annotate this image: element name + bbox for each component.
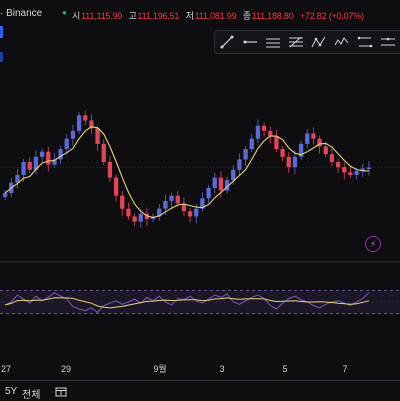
- drawing-toolbar: [214, 30, 400, 54]
- candle: [218, 177, 224, 191]
- range-5y-button[interactable]: 5Y: [5, 386, 17, 397]
- candle: [323, 146, 328, 155]
- candle: [305, 133, 310, 144]
- projection-tool-icon[interactable]: [353, 32, 376, 52]
- candle: [292, 156, 298, 168]
- candle: [354, 171, 359, 175]
- candle: [366, 167, 372, 169]
- moving-average-line: [4, 126, 369, 219]
- range-all-button[interactable]: 전체: [22, 386, 40, 401]
- candle: [95, 128, 100, 144]
- bottom-bar: 5Y 전체: [0, 380, 400, 401]
- x-tick-label: 5: [282, 364, 287, 374]
- candle: [132, 216, 137, 222]
- candle: [311, 133, 316, 139]
- candle: [39, 151, 45, 157]
- candle: [120, 195, 125, 209]
- candle: [206, 187, 211, 199]
- candle: [261, 125, 267, 131]
- pattern-tool-icon[interactable]: [307, 32, 330, 52]
- date-range-icon[interactable]: [55, 386, 67, 400]
- candle: [268, 130, 273, 137]
- candle: [249, 138, 254, 150]
- candle: [187, 211, 193, 217]
- x-tick-label: 9월: [153, 363, 166, 374]
- candle: [76, 115, 82, 131]
- chart-canvas[interactable]: 27 29 9월 3 5 7: [0, 0, 400, 380]
- candle: [107, 162, 113, 178]
- horizontal-ray-icon[interactable]: [238, 32, 261, 52]
- candle: [175, 195, 180, 204]
- candle: [243, 149, 248, 160]
- candle: [163, 200, 168, 209]
- candle: [113, 177, 119, 196]
- x-tick-label: 29: [61, 364, 71, 374]
- candle: [274, 136, 279, 150]
- candle: [255, 125, 261, 139]
- candle: [83, 115, 88, 121]
- candle: [335, 162, 341, 168]
- candle: [101, 143, 106, 163]
- candle: [280, 149, 285, 157]
- candle: [237, 159, 242, 170]
- parallel-channel-icon[interactable]: [261, 32, 284, 52]
- x-tick-label: 27: [1, 364, 11, 374]
- candle: [342, 167, 347, 173]
- candle: [46, 151, 51, 165]
- candle: [348, 172, 353, 175]
- fib-tool-icon[interactable]: [284, 32, 307, 52]
- x-tick-label: 3: [219, 364, 224, 374]
- lightning-icon[interactable]: ⚡: [365, 236, 381, 252]
- line-tool-icon[interactable]: [215, 32, 238, 52]
- x-tick-label: 7: [342, 364, 347, 374]
- candle: [169, 195, 174, 201]
- candle: [286, 156, 291, 168]
- candle: [64, 138, 69, 150]
- candle: [212, 177, 217, 188]
- path-tool-icon[interactable]: [330, 32, 353, 52]
- candle: [194, 208, 199, 217]
- candle: [2, 193, 8, 198]
- candle: [27, 162, 32, 170]
- candle: [21, 162, 26, 175]
- candle: [70, 130, 76, 139]
- candle: [231, 169, 236, 181]
- candle: [138, 213, 143, 222]
- candle: [329, 154, 335, 163]
- measure-tool-icon[interactable]: [376, 32, 399, 52]
- candle: [126, 208, 131, 217]
